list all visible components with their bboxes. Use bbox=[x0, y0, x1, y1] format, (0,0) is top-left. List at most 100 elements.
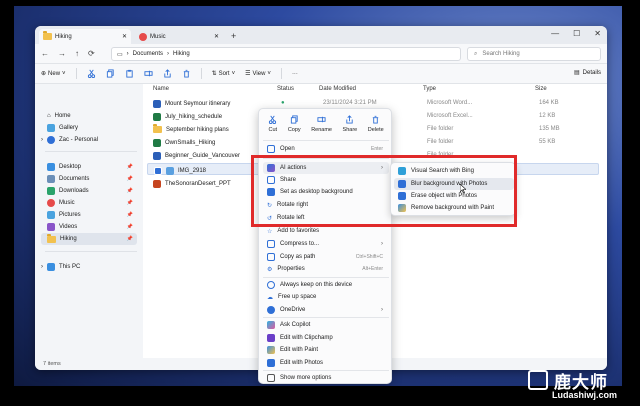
chevron-right-icon: › bbox=[41, 137, 43, 143]
copilot-icon bbox=[267, 321, 275, 329]
share-button[interactable] bbox=[163, 69, 172, 78]
sidebar-item-videos[interactable]: Videos 📌 bbox=[41, 221, 137, 233]
open-icon bbox=[267, 145, 275, 153]
up-button[interactable]: ↑ bbox=[75, 49, 79, 58]
divider bbox=[280, 68, 282, 79]
delete-action[interactable]: Delete bbox=[368, 113, 384, 139]
pin-icon[interactable]: 📌 bbox=[127, 176, 133, 182]
view-button[interactable]: ☰ View ˅ bbox=[245, 70, 271, 78]
column-header-name[interactable]: Name bbox=[153, 86, 169, 92]
mouse-cursor-icon bbox=[460, 184, 466, 193]
file-name-cell: TheSonoranDesert_PPT bbox=[153, 180, 231, 188]
menu-item-show-more-options[interactable]: Show more options bbox=[263, 372, 389, 384]
minimize-button[interactable]: — bbox=[551, 29, 559, 38]
sidebar-item-music[interactable]: Music 📌 bbox=[41, 197, 137, 209]
rename-icon bbox=[317, 116, 326, 123]
menu-item-free-up-space[interactable]: ☁ Free up space bbox=[263, 291, 389, 303]
menu-item-label: Edit with Clipchamp bbox=[280, 335, 333, 341]
copy-button[interactable] bbox=[106, 69, 115, 78]
column-header-status[interactable]: Status bbox=[277, 86, 294, 92]
copy-action[interactable]: Copy bbox=[288, 113, 301, 139]
pin-icon[interactable]: 📌 bbox=[127, 224, 133, 230]
menu-item-ask-copilot[interactable]: Ask Copilot bbox=[263, 319, 389, 331]
sidebar-item-downloads[interactable]: Downloads 📌 bbox=[41, 185, 137, 197]
excel-icon bbox=[153, 113, 161, 121]
sidebar-item-label: Home bbox=[54, 113, 71, 119]
rename-action[interactable]: Rename bbox=[311, 113, 332, 139]
menu-item-label: Open bbox=[280, 146, 295, 152]
documents-icon bbox=[47, 175, 55, 183]
breadcrumb-hiking[interactable]: Hiking bbox=[173, 51, 190, 57]
menu-item-edit-clipchamp[interactable]: Edit with Clipchamp bbox=[263, 332, 389, 344]
pin-icon[interactable]: 📌 bbox=[127, 164, 133, 170]
checkbox-checked-icon[interactable] bbox=[154, 167, 162, 175]
sidebar-item-label: Pictures bbox=[59, 212, 81, 218]
menu-item-open[interactable]: Open Enter bbox=[263, 143, 389, 155]
menu-item-label: Ask Copilot bbox=[280, 322, 311, 328]
sidebar-item-pictures[interactable]: Pictures 📌 bbox=[41, 209, 137, 221]
sidebar-item-this-pc[interactable]: › This PC bbox=[41, 261, 137, 273]
chevron-down-icon: ˅ bbox=[62, 70, 66, 77]
sidebar-item-onedrive[interactable]: › Zac - Personal bbox=[41, 134, 137, 146]
new-tab-button[interactable]: + bbox=[231, 31, 236, 41]
rename-button[interactable] bbox=[144, 69, 153, 78]
cut-button[interactable] bbox=[87, 69, 96, 78]
menu-item-edit-paint[interactable]: Edit with Paint bbox=[263, 344, 389, 356]
address-bar[interactable]: ▭ › Documents › Hiking bbox=[111, 47, 461, 61]
sidebar-item-desktop[interactable]: Desktop 📌 bbox=[41, 161, 137, 173]
pin-icon[interactable]: 📌 bbox=[127, 188, 133, 194]
desktop-icon bbox=[47, 163, 55, 171]
pin-icon[interactable]: 📌 bbox=[127, 236, 133, 242]
sidebar-item-hiking[interactable]: Hiking 📌 bbox=[41, 233, 137, 245]
menu-item-copy-as-path[interactable]: Copy as path Ctrl+Shift+C bbox=[263, 251, 389, 263]
sort-button[interactable]: ⇅ Sort ˅ bbox=[212, 70, 236, 78]
letterbox-top bbox=[0, 0, 640, 6]
new-button[interactable]: ⊕ New ˅ bbox=[41, 70, 66, 78]
more-options-button[interactable]: ··· bbox=[292, 71, 298, 77]
maximize-button[interactable]: ☐ bbox=[573, 29, 580, 38]
column-header-date[interactable]: Date Modified bbox=[319, 86, 356, 92]
menu-item-edit-photos[interactable]: Edit with Photos bbox=[263, 357, 389, 369]
pin-icon[interactable]: 📌 bbox=[127, 212, 133, 218]
close-icon[interactable]: ✕ bbox=[122, 33, 127, 40]
details-button[interactable]: ▤ Details bbox=[574, 69, 601, 77]
menu-item-compress[interactable]: Compress to... › bbox=[263, 238, 389, 250]
tab-hiking[interactable]: Hiking ✕ bbox=[39, 29, 131, 44]
divider bbox=[263, 140, 389, 141]
file-type: Microsoft Word... bbox=[427, 100, 473, 106]
watermark-logo-icon bbox=[528, 370, 548, 390]
forward-button[interactable]: → bbox=[58, 49, 66, 58]
window-controls: — ☐ ✕ bbox=[551, 29, 601, 38]
pin-icon[interactable]: 📌 bbox=[127, 200, 133, 206]
column-header-size[interactable]: Size bbox=[535, 86, 547, 92]
sidebar-item-home[interactable]: ⌂ Home bbox=[41, 110, 137, 122]
quick-actions: Cut Copy Rename Share Delete bbox=[263, 113, 389, 139]
sidebar-item-gallery[interactable]: Gallery bbox=[41, 122, 137, 134]
search-input[interactable]: ⌕ Search Hiking bbox=[467, 47, 601, 61]
word-doc-icon bbox=[153, 152, 161, 160]
sort-label: Sort bbox=[218, 70, 230, 77]
menu-item-properties[interactable]: ⚙ Properties Alt+Enter bbox=[263, 263, 389, 275]
column-header-type[interactable]: Type bbox=[423, 86, 436, 92]
menu-item-always-keep[interactable]: Always keep on this device bbox=[263, 279, 389, 291]
file-name: OwnSmalls_Hiking bbox=[165, 140, 216, 146]
share-action[interactable]: Share bbox=[343, 113, 357, 139]
downloads-icon bbox=[47, 187, 55, 195]
wrench-icon: ⚙ bbox=[267, 266, 273, 273]
close-icon[interactable]: ✕ bbox=[214, 33, 219, 40]
paste-button[interactable] bbox=[125, 69, 134, 78]
file-name: Beginner_Guide_Vancouver bbox=[165, 153, 240, 159]
sidebar-item-documents[interactable]: Documents 📌 bbox=[41, 173, 137, 185]
close-window-button[interactable]: ✕ bbox=[594, 29, 601, 38]
back-button[interactable]: ← bbox=[41, 49, 49, 58]
divider bbox=[75, 68, 77, 79]
menu-item-onedrive[interactable]: OneDrive › bbox=[263, 304, 389, 316]
breadcrumb-documents[interactable]: Documents bbox=[133, 51, 163, 57]
paint-icon bbox=[267, 346, 275, 354]
refresh-button[interactable]: ⟳ bbox=[88, 49, 95, 58]
tab-music[interactable]: Music ✕ bbox=[135, 29, 223, 44]
delete-button[interactable] bbox=[182, 69, 191, 78]
cut-action[interactable]: Cut bbox=[268, 113, 277, 139]
path-icon bbox=[267, 253, 275, 261]
highlight-annotation-box bbox=[251, 155, 517, 227]
